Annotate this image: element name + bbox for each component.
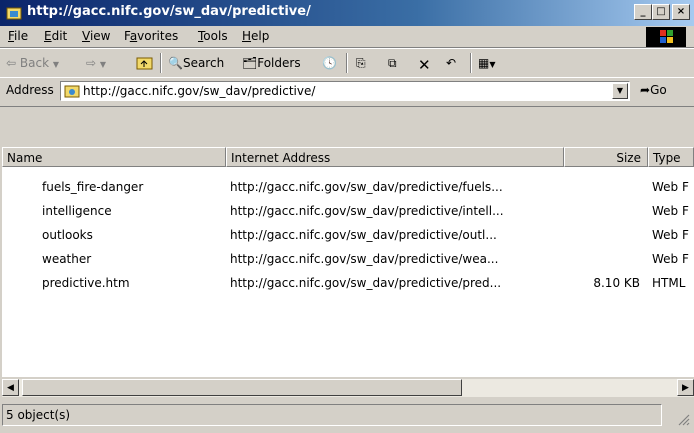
list-item[interactable]: outlooks http://gacc.nifc.gov/sw_dav/pre… bbox=[2, 223, 694, 247]
delete-icon: ✕ bbox=[418, 56, 431, 74]
history-icon: 🕓 bbox=[322, 56, 337, 70]
history-button[interactable]: 🕓 bbox=[322, 56, 337, 70]
column-name[interactable]: Name bbox=[2, 147, 226, 167]
item-size: 8.10 KB bbox=[593, 276, 640, 290]
copy-to-icon: ⧉ bbox=[388, 56, 397, 70]
item-type: Web F bbox=[652, 252, 689, 266]
forward-arrow-icon: ⇨ bbox=[86, 56, 97, 70]
item-type: Web F bbox=[652, 228, 689, 242]
toolbar-separator bbox=[160, 53, 162, 73]
chevron-down-icon: ▼ bbox=[99, 60, 107, 69]
copy-to-button[interactable]: ⧉ bbox=[388, 56, 397, 71]
delete-button[interactable]: ✕ bbox=[418, 56, 431, 74]
forward-button[interactable]: ⇨ ▼ bbox=[86, 56, 106, 70]
list-item[interactable]: fuels_fire-danger http://gacc.nifc.gov/s… bbox=[2, 175, 694, 199]
status-text: 5 object(s) bbox=[2, 404, 662, 426]
toolbar: ⇦ Back ▼ ⇨ ▼ 🔍Search 🗂Folders 🕓 ⎘ ⧉ ✕ ↶ … bbox=[0, 48, 694, 78]
web-folder-icon bbox=[64, 83, 80, 102]
column-size[interactable]: Size bbox=[564, 147, 648, 167]
list-item[interactable]: intelligence http://gacc.nifc.gov/sw_dav… bbox=[2, 199, 694, 223]
menu-view[interactable]: View bbox=[82, 29, 110, 43]
item-name: predictive.htm bbox=[42, 276, 130, 290]
folders-icon: 🗂 bbox=[242, 56, 258, 70]
menu-help[interactable]: Help bbox=[242, 29, 269, 43]
toolbar-separator bbox=[346, 53, 348, 73]
title-bar[interactable]: http://gacc.nifc.gov/sw_dav/predictive/ … bbox=[0, 0, 694, 26]
menu-favorites[interactable]: Favorites bbox=[124, 29, 178, 43]
list-item[interactable]: e predictive.htm http://gacc.nifc.gov/sw… bbox=[2, 271, 694, 295]
address-input[interactable]: http://gacc.nifc.gov/sw_dav/predictive/ … bbox=[60, 81, 630, 101]
scroll-right-button[interactable]: ▶ bbox=[677, 379, 694, 396]
menu-tools[interactable]: Tools bbox=[198, 29, 228, 43]
item-address: http://gacc.nifc.gov/sw_dav/predictive/i… bbox=[230, 204, 504, 218]
minimize-button[interactable]: _ bbox=[634, 4, 652, 20]
search-icon: 🔍 bbox=[168, 56, 183, 70]
item-name: intelligence bbox=[42, 204, 112, 218]
item-address: http://gacc.nifc.gov/sw_dav/predictive/w… bbox=[230, 252, 499, 266]
menu-bar: File Edit View Favorites Tools Help bbox=[0, 26, 694, 48]
address-dropdown-button[interactable]: ▼ bbox=[612, 83, 628, 99]
column-internet-address[interactable]: Internet Address bbox=[226, 147, 564, 167]
back-arrow-icon: ⇦ bbox=[6, 56, 17, 70]
up-folder-button[interactable] bbox=[136, 56, 154, 73]
close-button[interactable]: × bbox=[672, 4, 690, 20]
address-value: http://gacc.nifc.gov/sw_dav/predictive/ bbox=[83, 84, 316, 98]
undo-icon: ↶ bbox=[446, 56, 457, 70]
views-button[interactable]: ▦▼ bbox=[478, 56, 496, 70]
menu-edit[interactable]: Edit bbox=[44, 29, 67, 43]
column-header: Name Internet Address Size Type bbox=[2, 147, 694, 169]
folders-button[interactable]: 🗂Folders bbox=[242, 56, 301, 70]
chevron-down-icon: ▼ bbox=[489, 60, 496, 69]
list-item[interactable]: weather http://gacc.nifc.gov/sw_dav/pred… bbox=[2, 247, 694, 271]
search-button[interactable]: 🔍Search bbox=[168, 56, 224, 70]
item-type: HTML bbox=[652, 276, 686, 290]
toolbar-separator bbox=[470, 53, 472, 73]
folder-window-icon bbox=[6, 5, 22, 21]
resize-grip-icon[interactable] bbox=[676, 412, 690, 429]
windows-logo-icon bbox=[646, 27, 686, 47]
item-name: fuels_fire-danger bbox=[42, 180, 144, 194]
scroll-thumb[interactable] bbox=[22, 379, 462, 396]
chevron-down-icon: ▼ bbox=[52, 60, 60, 69]
go-arrow-icon: ➦ bbox=[640, 83, 651, 97]
go-button[interactable]: ➦Go bbox=[640, 83, 667, 97]
item-type: Web F bbox=[652, 180, 689, 194]
move-to-button[interactable]: ⎘ bbox=[356, 56, 366, 71]
address-label: Address bbox=[6, 83, 54, 97]
undo-button[interactable]: ↶ bbox=[446, 56, 456, 70]
item-name: weather bbox=[42, 252, 92, 266]
maximize-button[interactable]: □ bbox=[652, 4, 670, 20]
horizontal-scrollbar[interactable]: ◀ ▶ bbox=[2, 379, 694, 397]
window-title: http://gacc.nifc.gov/sw_dav/predictive/ bbox=[27, 4, 311, 19]
views-icon: ▦ bbox=[478, 56, 490, 70]
item-address: http://gacc.nifc.gov/sw_dav/predictive/p… bbox=[230, 276, 502, 290]
move-to-icon: ⎘ bbox=[356, 56, 366, 70]
menu-file[interactable]: File bbox=[8, 29, 28, 43]
item-name: outlooks bbox=[42, 228, 93, 242]
scroll-left-button[interactable]: ◀ bbox=[2, 379, 19, 396]
item-address: http://gacc.nifc.gov/sw_dav/predictive/f… bbox=[230, 180, 503, 194]
column-type[interactable]: Type bbox=[648, 147, 694, 167]
up-folder-icon bbox=[136, 57, 154, 73]
item-type: Web F bbox=[652, 204, 689, 218]
item-address: http://gacc.nifc.gov/sw_dav/predictive/o… bbox=[230, 228, 497, 242]
back-button[interactable]: ⇦ Back ▼ bbox=[6, 56, 59, 70]
